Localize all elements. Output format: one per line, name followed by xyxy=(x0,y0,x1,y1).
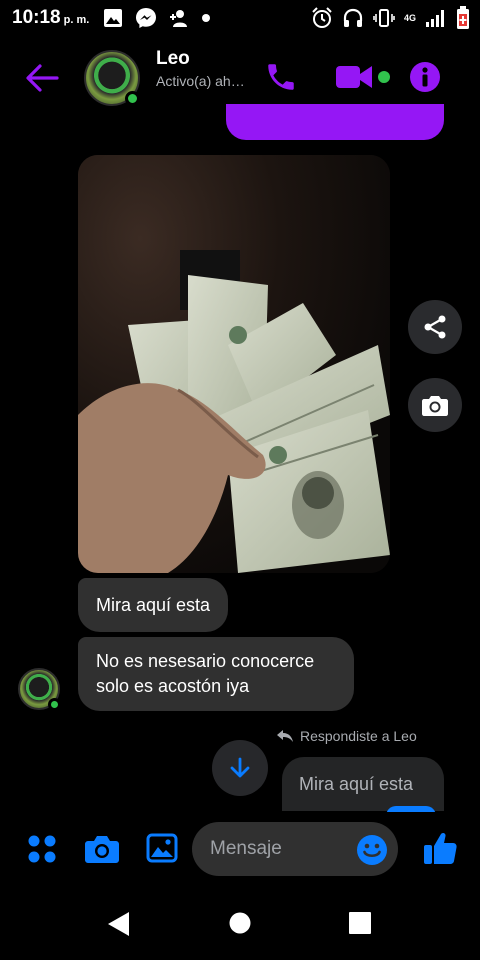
add-person-notification-icon xyxy=(170,10,188,27)
reply-context: Respondiste a Leo xyxy=(276,728,417,744)
alarm-icon xyxy=(312,7,332,28)
phone-icon xyxy=(268,64,294,90)
online-indicator xyxy=(125,91,140,106)
arrow-down-icon xyxy=(230,757,250,778)
network-type: 4G xyxy=(403,12,416,23)
smiley-icon xyxy=(357,835,387,865)
nav-recents-button[interactable] xyxy=(349,912,371,939)
square-recents-icon xyxy=(349,912,371,934)
status-bar: 10:18 p. m. 4G xyxy=(0,0,480,36)
system-icons: 4G xyxy=(311,6,470,30)
info-icon xyxy=(410,62,440,92)
reply-note-text: Respondiste a Leo xyxy=(300,728,417,744)
status-time: 10:18 p. m. xyxy=(12,7,89,29)
sender-avatar[interactable] xyxy=(18,668,61,711)
status-ampm: p. m. xyxy=(63,14,90,26)
share-icon xyxy=(424,315,446,339)
dot-notification-icon xyxy=(202,14,211,22)
sent-message-bubble-partial[interactable] xyxy=(226,104,444,140)
messenger-notification-icon xyxy=(136,8,157,28)
camera-icon xyxy=(85,836,119,863)
thumbs-up-icon xyxy=(424,832,457,864)
received-message[interactable]: Mira aquí esta xyxy=(78,578,229,632)
triangle-back-icon xyxy=(108,912,129,936)
camera-icon xyxy=(422,396,448,416)
system-nav-bar xyxy=(0,888,480,960)
video-call-button[interactable] xyxy=(334,60,392,99)
grid-dots-icon xyxy=(28,835,56,863)
contact-avatar[interactable] xyxy=(84,50,140,106)
nav-home-button[interactable] xyxy=(229,912,251,939)
reply-arrow-icon xyxy=(277,730,293,742)
sender-online-indicator xyxy=(48,698,61,711)
share-button[interactable] xyxy=(408,300,462,354)
back-arrow-icon xyxy=(26,64,59,92)
signal-icon xyxy=(426,10,444,27)
image-icon xyxy=(146,833,178,863)
camera-button[interactable] xyxy=(84,833,120,870)
battery-icon xyxy=(457,6,469,29)
contact-name[interactable]: Leo xyxy=(156,48,190,70)
photo-money-image xyxy=(78,155,390,573)
received-message[interactable]: No es nesesario conocerce solo es acostó… xyxy=(78,637,354,711)
headphones-icon xyxy=(343,8,363,27)
scroll-to-bottom-button[interactable] xyxy=(212,740,268,796)
info-button[interactable] xyxy=(408,60,442,99)
gallery-button[interactable] xyxy=(146,833,178,868)
circle-home-icon xyxy=(229,912,251,934)
message-composer xyxy=(0,812,480,888)
vibrate-icon xyxy=(373,9,395,27)
more-actions-button[interactable] xyxy=(26,833,58,870)
quoted-reply[interactable]: Mira aquí esta xyxy=(282,757,444,811)
notification-icons xyxy=(103,7,211,29)
back-button[interactable] xyxy=(24,62,60,94)
camera-save-button[interactable] xyxy=(408,378,462,432)
emoji-button[interactable] xyxy=(356,834,388,871)
voice-call-button[interactable] xyxy=(264,60,298,99)
nav-back-button[interactable] xyxy=(106,910,132,943)
gallery-notification-icon xyxy=(104,9,123,27)
video-camera-icon xyxy=(336,66,390,88)
status-time-value: 10:18 xyxy=(12,7,61,28)
photo-message[interactable] xyxy=(78,155,390,573)
presence-status: Activo(a) ahora xyxy=(156,73,248,89)
like-button[interactable] xyxy=(422,830,458,871)
